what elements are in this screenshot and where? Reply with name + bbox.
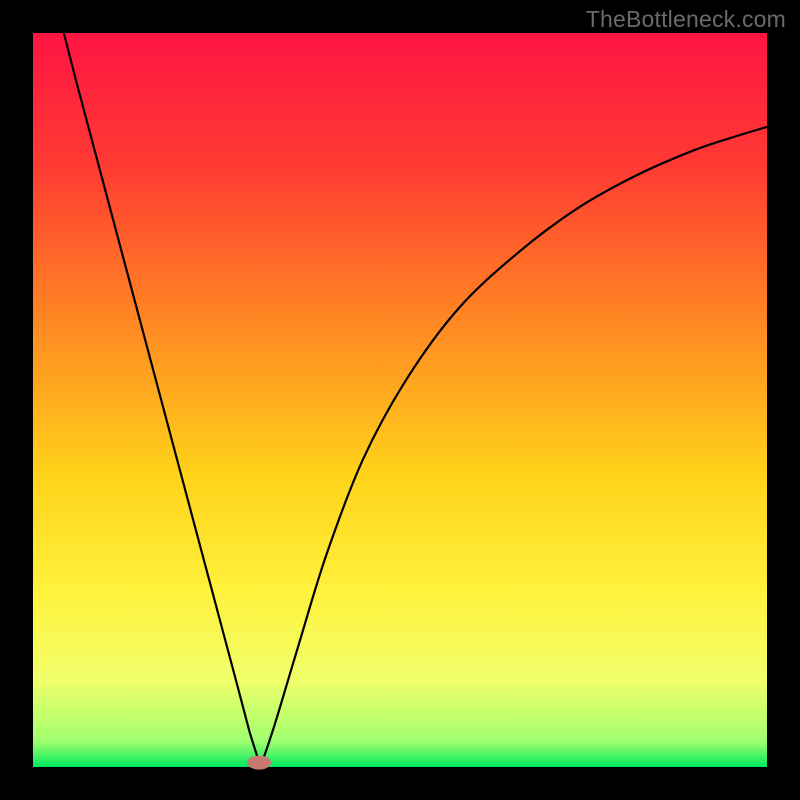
optimum-marker — [247, 756, 271, 770]
plot-area — [33, 33, 767, 767]
bottleneck-chart — [0, 0, 800, 800]
chart-frame — [0, 0, 800, 800]
watermark-text: TheBottleneck.com — [586, 6, 786, 33]
